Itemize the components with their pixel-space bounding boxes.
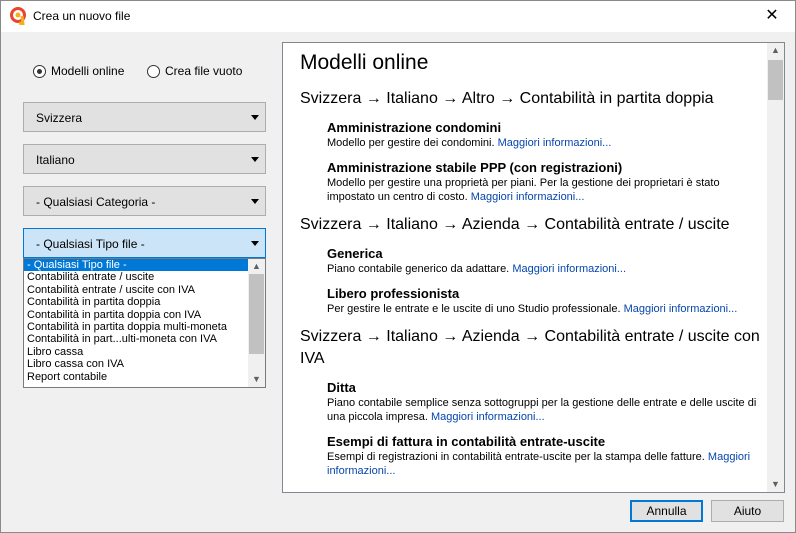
scrollbar-thumb[interactable] (249, 274, 264, 354)
panel-heading: Modelli online (300, 51, 429, 74)
panel-scrollbar[interactable]: ▲ ▼ (767, 43, 784, 492)
dropdown-items: - Qualsiasi Tipo file - Contabilità entra… (24, 259, 248, 383)
templates-content: Modelli online Svizzera → Italiano → Alt… (300, 51, 762, 478)
radio-online-label: Modelli online (51, 64, 125, 78)
close-icon[interactable]: ✕ (749, 1, 795, 32)
more-info-link[interactable]: Maggiori informazioni... (498, 137, 612, 149)
more-info-link[interactable]: Maggiori informazioni... (512, 263, 626, 275)
scroll-down-icon[interactable]: ▼ (767, 477, 784, 492)
radio-empty-file[interactable]: Crea file vuoto (147, 64, 242, 78)
group-heading: Svizzera → Italiano → Altro → Contabilit… (300, 90, 714, 107)
dropdown-option[interactable]: Contabilità in partita doppia (24, 296, 248, 308)
template-description-text: Per gestire le entrate e le uscite di un… (327, 303, 621, 315)
title-bar: Crea un nuovo file ✕ (1, 1, 795, 32)
dropdown-option[interactable]: Contabilità in partita doppia con IVA (24, 309, 248, 321)
template-item[interactable]: Libero professionista Per gestire le entr… (327, 286, 762, 316)
radio-empty-label: Crea file vuoto (165, 64, 243, 78)
template-description: Piano contabile semplice senza sottogrup… (327, 396, 762, 424)
template-description: Modello per gestire una proprietà per pi… (327, 176, 762, 204)
dropdown-option[interactable]: - Qualsiasi Tipo file - (24, 259, 248, 272)
template-item[interactable]: Ditta Piano contabile semplice senza sott… (327, 380, 762, 424)
country-select[interactable]: Svizzera (23, 102, 266, 132)
chevron-down-icon (251, 157, 259, 162)
scroll-down-icon[interactable]: ▼ (248, 372, 265, 387)
template-description: Per gestire le entrate e le uscite di un… (327, 302, 762, 316)
radio-dot-selected (33, 64, 46, 78)
chevron-down-icon (251, 115, 259, 120)
template-description: Modello per gestire dei condomini. Maggi… (327, 136, 762, 150)
scroll-up-icon[interactable]: ▲ (767, 43, 784, 58)
template-item[interactable]: Esempi di fattura in contabilità entrate… (327, 434, 762, 478)
filetype-dropdown-list[interactable]: - Qualsiasi Tipo file - Contabilità entra… (23, 258, 266, 388)
window-title: Crea un nuovo file (33, 9, 131, 23)
radio-online-templates[interactable]: Modelli online (33, 64, 124, 78)
group-heading: Svizzera → Italiano → Azienda → Contabil… (300, 216, 730, 233)
language-select-value: Italiano (36, 153, 75, 167)
dropdown-option[interactable]: Libro cassa con IVA (24, 358, 248, 370)
more-info-link[interactable]: Maggiori informazioni... (471, 191, 585, 203)
dropdown-option[interactable]: Contabilità in partita doppia multi-mone… (24, 321, 248, 333)
template-item[interactable]: Amministrazione stabile PPP (con registr… (327, 160, 762, 204)
template-title[interactable]: Generica (327, 246, 762, 262)
template-description-text: Modello per gestire dei condomini. (327, 137, 495, 149)
app-logo-icon (10, 7, 26, 25)
more-info-link[interactable]: Maggiori informazioni... (624, 303, 738, 315)
dropdown-option[interactable]: Contabilità in part...ulti-moneta con IV… (24, 333, 248, 345)
template-description: Piano contabile generico da adattare. Ma… (327, 262, 762, 276)
more-info-link[interactable]: Maggiori informazioni... (431, 411, 545, 423)
scrollbar-thumb[interactable] (768, 60, 783, 100)
filetype-select-value: - Qualsiasi Tipo file - (36, 237, 145, 251)
template-description: Esempi di registrazioni in contabilità e… (327, 450, 762, 478)
template-title[interactable]: Amministrazione condomini (327, 120, 762, 136)
dropdown-option[interactable]: Report contabile (24, 371, 248, 383)
filetype-select[interactable]: - Qualsiasi Tipo file - (23, 228, 266, 258)
template-title[interactable]: Libero professionista (327, 286, 762, 302)
template-title[interactable]: Esempi di fattura in contabilità entrate… (327, 434, 762, 450)
template-item[interactable]: Amministrazione condomini Modello per ges… (327, 120, 762, 150)
dropdown-option[interactable]: Libro cassa (24, 346, 248, 358)
chevron-down-icon (251, 199, 259, 204)
radio-dot (147, 64, 160, 78)
dialog-window: Crea un nuovo file ✕ Modelli online Crea… (0, 0, 796, 533)
template-description-text: Esempi di registrazioni in contabilità e… (327, 451, 705, 463)
category-select-value: - Qualsiasi Categoria - (36, 195, 156, 209)
template-item[interactable]: Generica Piano contabile generico da adat… (327, 246, 762, 276)
cancel-button[interactable]: Annulla (630, 500, 703, 522)
template-title[interactable]: Amministrazione stabile PPP (con registr… (327, 160, 762, 176)
help-button[interactable]: Aiuto (711, 500, 784, 522)
country-select-value: Svizzera (36, 111, 83, 125)
scroll-up-icon[interactable]: ▲ (248, 259, 265, 274)
template-groups: Svizzera → Italiano → Altro → Contabilit… (300, 88, 762, 478)
templates-panel: Modelli online Svizzera → Italiano → Alt… (282, 42, 785, 493)
dropdown-scrollbar[interactable]: ▲ ▼ (248, 259, 265, 387)
chevron-down-icon (251, 241, 259, 246)
dropdown-option[interactable]: Contabilità entrate / uscite (24, 271, 248, 283)
group-heading: Svizzera → Italiano → Azienda → Contabil… (300, 328, 760, 367)
language-select[interactable]: Italiano (23, 144, 266, 174)
category-select[interactable]: - Qualsiasi Categoria - (23, 186, 266, 216)
template-title[interactable]: Ditta (327, 380, 762, 396)
template-description-text: Piano contabile generico da adattare. (327, 263, 510, 275)
dropdown-option[interactable]: Contabilità entrate / uscite con IVA (24, 284, 248, 296)
